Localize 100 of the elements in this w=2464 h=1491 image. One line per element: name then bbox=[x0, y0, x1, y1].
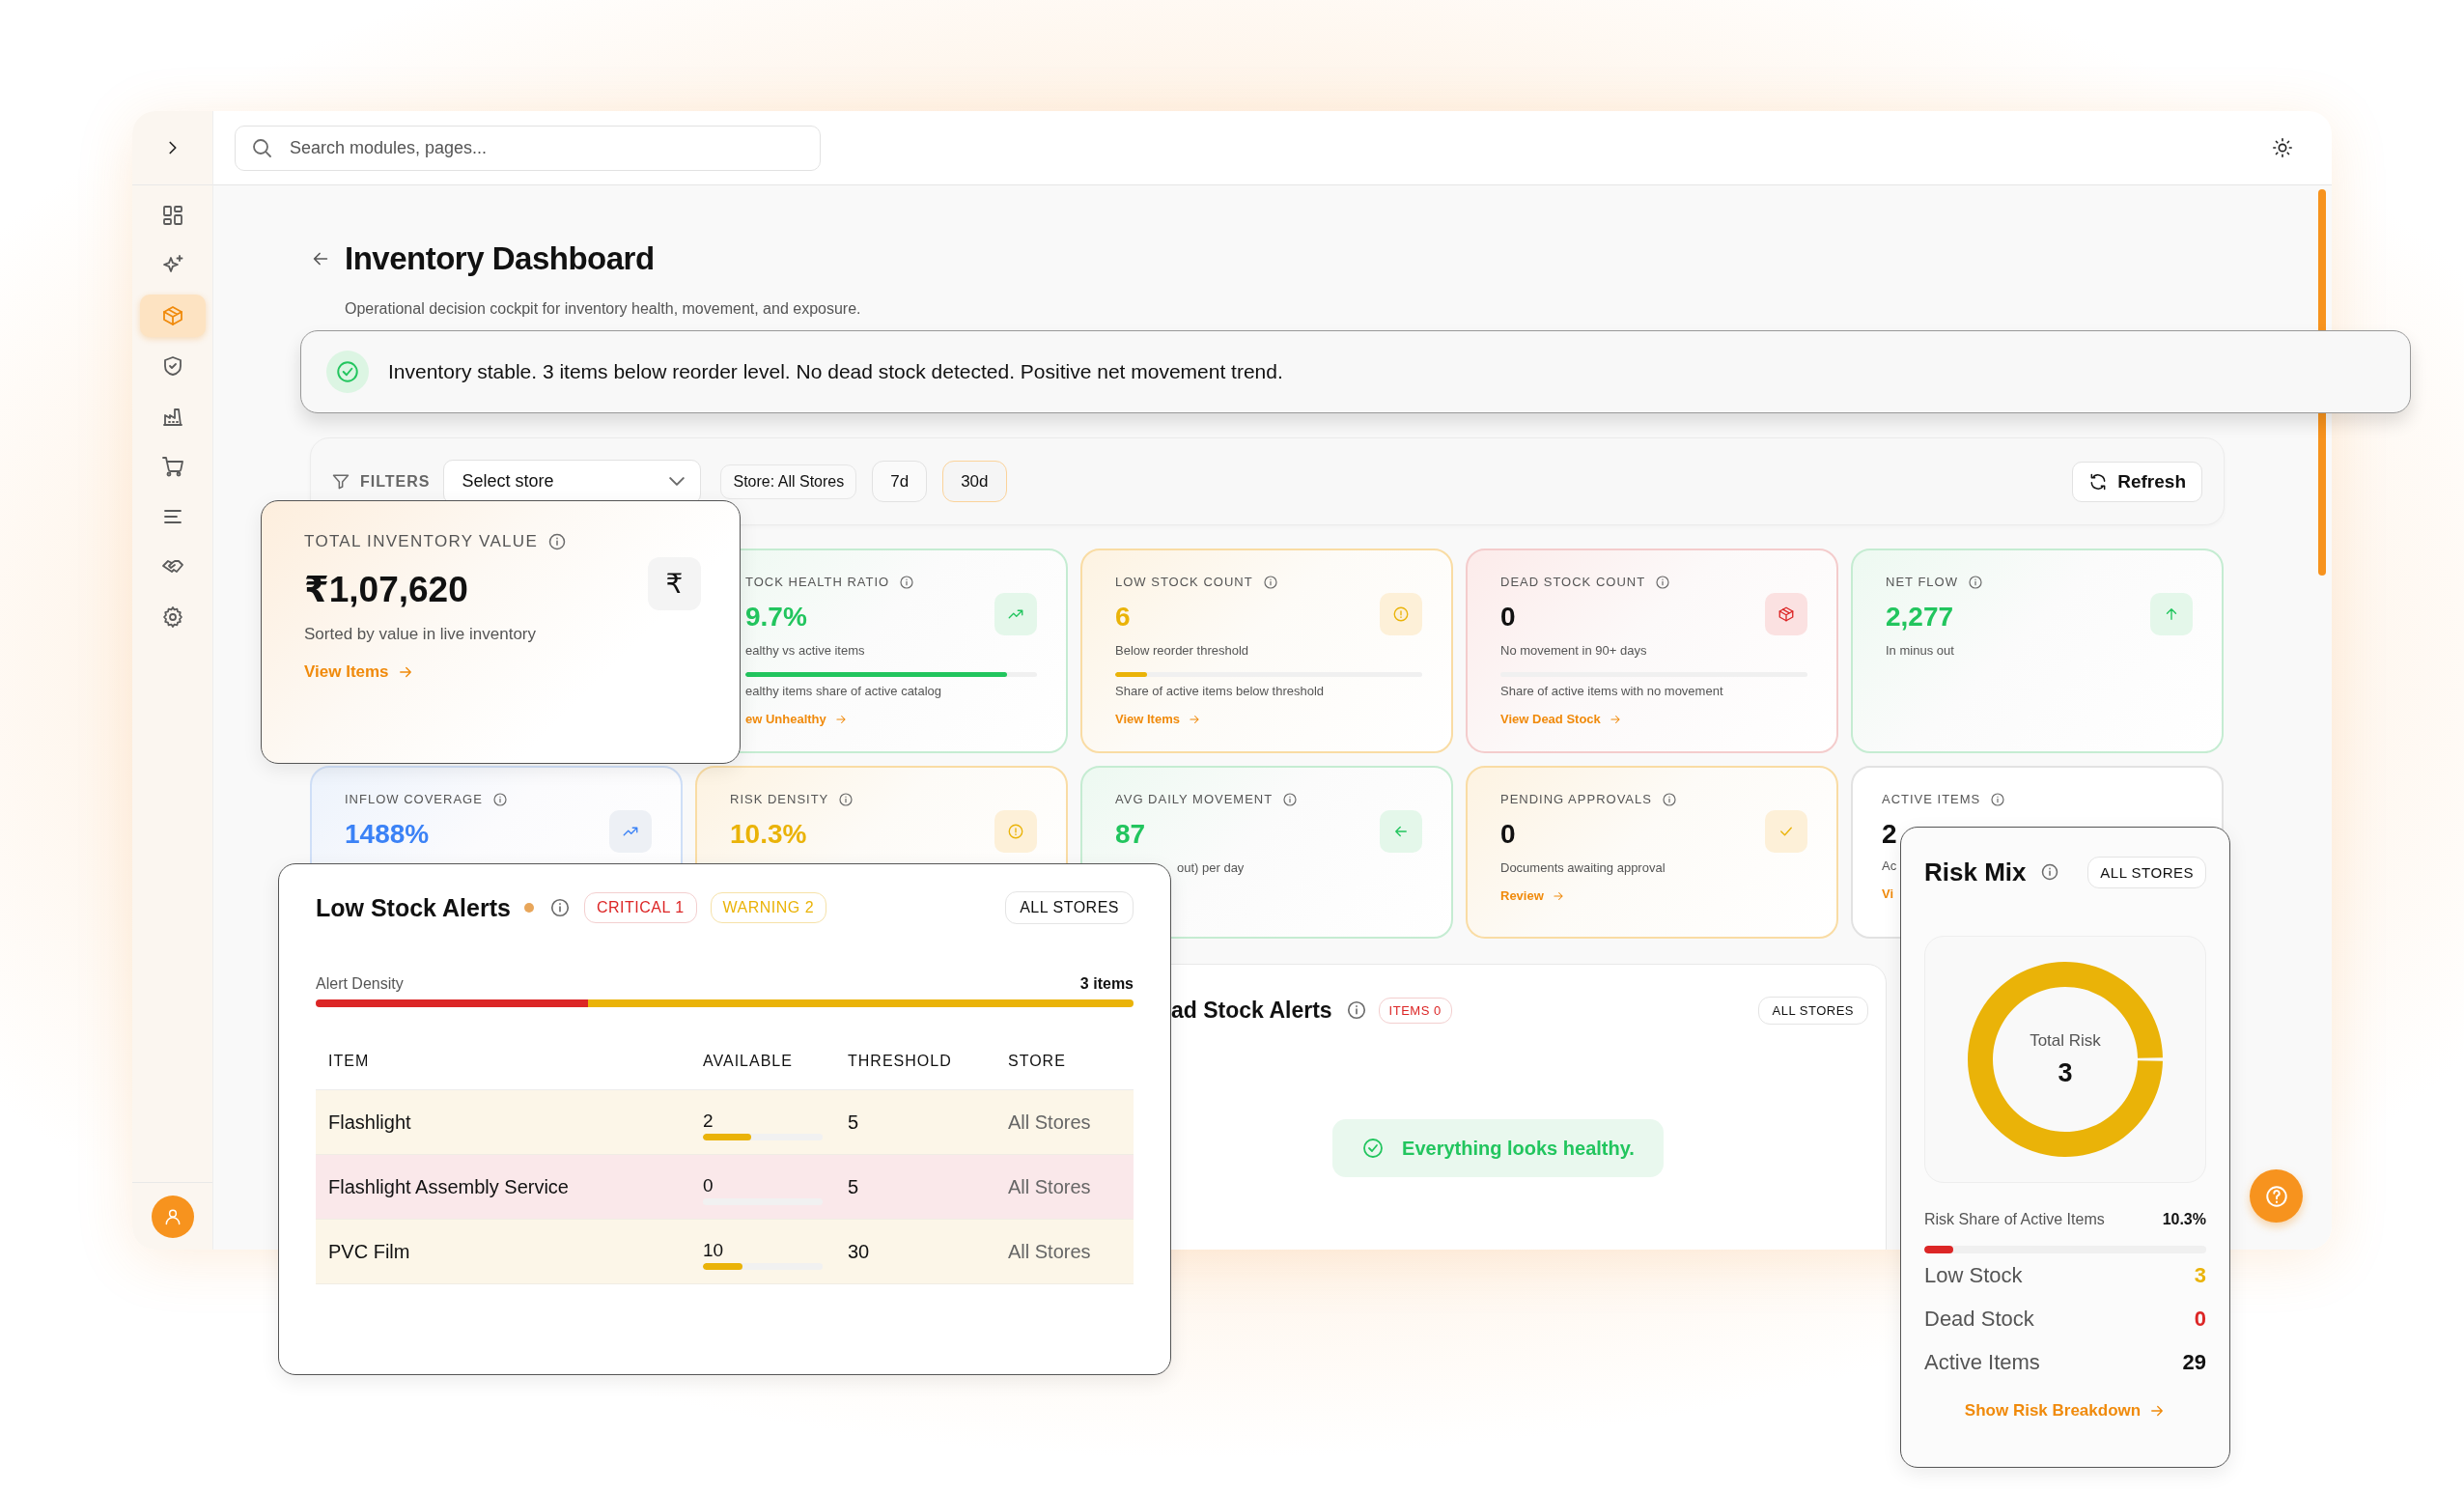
metric-label: ACTIVE ITEMS bbox=[1882, 791, 1981, 808]
panel-title: Risk Mix bbox=[1924, 857, 2027, 887]
banner-message: Inventory stable. 3 items below reorder level. No dead stock detected. Positive net movement trend. bbox=[388, 360, 1283, 383]
metric-note: Share of active items with no movement bbox=[1500, 683, 1723, 700]
check-circle-icon bbox=[1361, 1137, 1386, 1160]
metric-value: 87 bbox=[1115, 818, 1147, 851]
info-icon bbox=[1661, 792, 1677, 807]
metric-value: 1488% bbox=[345, 818, 431, 851]
metric-note: Share of active items below threshold bbox=[1115, 683, 1325, 700]
available-cell-text: 0 bbox=[703, 1174, 714, 1196]
metric-label: LOW STOCK COUNT bbox=[1115, 574, 1253, 591]
info-icon bbox=[1262, 575, 1278, 590]
search-field[interactable]: Search modules, pages... bbox=[235, 125, 821, 171]
threshold-cell-text: 5 bbox=[848, 1111, 860, 1134]
metric-label: TOTAL INVENTORY VALUE bbox=[304, 531, 539, 552]
metric-value: 9.7% bbox=[745, 601, 808, 633]
metric-label: TOCK HEALTH RATIO bbox=[745, 574, 890, 591]
metric-caption: In minus out bbox=[1886, 642, 1954, 660]
metric-label: INFLOW COVERAGE bbox=[345, 791, 483, 808]
table-row[interactable]: Flashlight 2 5 All Stores bbox=[316, 1090, 1134, 1155]
info-icon bbox=[547, 532, 568, 551]
legend-label: Dead Stock bbox=[1924, 1306, 2034, 1332]
items-badge: ITEMS 0 bbox=[1378, 997, 1452, 1024]
store-button[interactable]: ALL STORES bbox=[1005, 891, 1134, 924]
share-label: Risk Share of Active Items bbox=[1924, 1211, 2105, 1228]
page-subtitle: Operational decision cockpit for inventory health, movement, and exposure. bbox=[345, 300, 862, 318]
column-header: THRESHOLD bbox=[848, 1052, 953, 1070]
metric-caption: Documents awaiting approval bbox=[1500, 859, 1666, 877]
period-button[interactable]: 7d bbox=[872, 461, 928, 502]
store-chip: Store: All Stores bbox=[720, 464, 857, 499]
store-button[interactable]: ALL STORES bbox=[2087, 856, 2206, 888]
info-icon bbox=[548, 897, 571, 918]
sun-icon bbox=[2272, 137, 2293, 158]
box-icon bbox=[1765, 593, 1807, 635]
arrow-up-icon bbox=[2150, 593, 2193, 635]
legend-value: 3 bbox=[2194, 1262, 2206, 1288]
table-row[interactable]: PVC Film 10 30 All Stores bbox=[316, 1220, 1134, 1284]
trend-up-icon bbox=[609, 810, 652, 853]
info-icon bbox=[838, 792, 854, 807]
column-header: ITEM bbox=[328, 1052, 371, 1070]
center-value: 3 bbox=[2058, 1057, 2073, 1088]
info-icon bbox=[1655, 575, 1671, 590]
status-dot bbox=[523, 903, 534, 913]
chevron-down-icon bbox=[669, 477, 686, 486]
store-cell-text: All Stores bbox=[1008, 1175, 1092, 1198]
column-header: AVAILABLE bbox=[703, 1052, 794, 1070]
metric-caption: Ac bbox=[1882, 858, 1897, 875]
metric-caption: Below reorder threshold bbox=[1115, 642, 1249, 660]
panel-title: Low Stock Alerts bbox=[316, 893, 511, 922]
info-icon bbox=[1967, 575, 1983, 590]
metric-label: NET FLOW bbox=[1886, 574, 1958, 591]
empty-message: Everything looks healthy. bbox=[1402, 1137, 1635, 1160]
legend-label: Low Stock bbox=[1924, 1262, 2023, 1288]
table-row[interactable]: Flashlight Assembly Service 0 5 All Stores bbox=[316, 1155, 1134, 1220]
settings-icon bbox=[160, 605, 184, 629]
legend-value: 0 bbox=[2194, 1306, 2206, 1332]
metric-label: RISK DENSITY bbox=[730, 791, 829, 808]
metric-note: ealthy items share of active catalog bbox=[745, 683, 942, 700]
panel-title: ad Stock Alerts bbox=[1171, 997, 1332, 1024]
trend-up-icon bbox=[994, 593, 1037, 635]
metric-label: AVG DAILY MOVEMENT bbox=[1115, 791, 1274, 808]
alert-badge: CRITICAL 1 bbox=[583, 892, 697, 923]
info-icon bbox=[1282, 792, 1299, 807]
density-label: Alert Density bbox=[316, 975, 404, 993]
metric-caption: out) per day bbox=[1177, 859, 1245, 877]
metric-value: 10.3% bbox=[730, 818, 808, 851]
box-icon bbox=[160, 304, 184, 327]
alert-badge: WARNING 2 bbox=[710, 892, 827, 923]
metric-label: PENDING APPROVALS bbox=[1500, 791, 1652, 808]
refresh-button[interactable]: Refresh bbox=[2072, 461, 2202, 502]
info-icon bbox=[1990, 792, 2006, 807]
info-icon bbox=[899, 575, 915, 590]
metric-caption: ealthy vs active items bbox=[745, 642, 865, 660]
check-icon bbox=[1765, 810, 1807, 853]
share-value: 10.3% bbox=[2162, 1211, 2206, 1228]
alert-icon bbox=[994, 810, 1037, 853]
metric-value: 6 bbox=[1115, 601, 1132, 633]
period-button[interactable]: 30d bbox=[942, 461, 1007, 502]
legend-value: 29 bbox=[2182, 1349, 2206, 1375]
metric-caption: Sorted by value in live inventory bbox=[304, 625, 538, 644]
check-circle-icon bbox=[326, 351, 369, 393]
metric-label: DEAD STOCK COUNT bbox=[1500, 574, 1646, 591]
metric-value: 0 bbox=[1500, 601, 1517, 633]
info-icon bbox=[1345, 999, 1367, 1021]
store-cell-text: All Stores bbox=[1008, 1111, 1092, 1134]
available-cell-text: 2 bbox=[703, 1110, 714, 1132]
cart-icon bbox=[160, 455, 184, 478]
threshold-cell-text: 5 bbox=[848, 1175, 860, 1198]
filters-label: FILTERS bbox=[360, 472, 431, 491]
store-button[interactable]: ALL STORES bbox=[1757, 996, 1868, 1025]
rupee-symbol: ₹ bbox=[648, 557, 701, 610]
center-label: Total Risk bbox=[2030, 1030, 2101, 1051]
item-cell-text: PVC Film bbox=[328, 1240, 411, 1263]
info-icon bbox=[491, 792, 508, 807]
density-count: 3 items bbox=[1079, 975, 1134, 993]
threshold-cell-text: 30 bbox=[848, 1240, 871, 1263]
info-icon bbox=[2039, 862, 2059, 882]
page-title: Inventory Dashboard bbox=[345, 239, 655, 278]
column-header: STORE bbox=[1008, 1052, 1067, 1070]
metric-value: 2,277 bbox=[1886, 601, 1955, 633]
